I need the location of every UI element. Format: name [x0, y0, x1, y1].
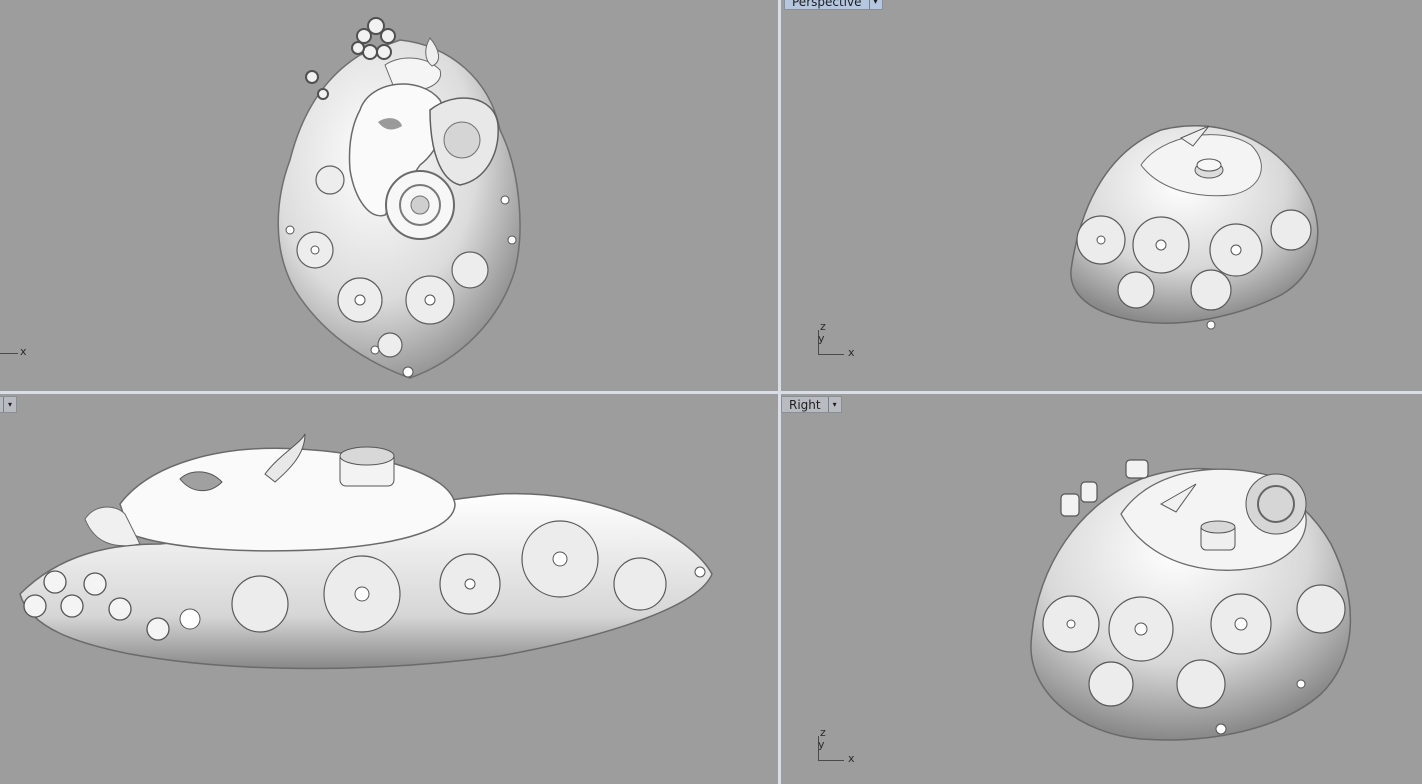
- ganesha-pendant-front-view: [19, 433, 713, 670]
- viewport-top[interactable]: x: [0, 0, 778, 391]
- axis-indicator: z y x: [815, 726, 865, 766]
- axis-indicator: x: [0, 344, 40, 364]
- viewport-front[interactable]: ▾: [0, 394, 778, 784]
- ganesha-pendant-top-view: [277, 17, 521, 379]
- axis-x-label: x: [848, 752, 855, 765]
- axis-x-label: x: [20, 345, 27, 358]
- axis-indicator: z y x: [815, 320, 865, 360]
- axis-y-label: y: [818, 738, 825, 751]
- ganesha-pendant-perspective-view: [1070, 125, 1319, 330]
- viewport-right[interactable]: Right ▾ z y x: [781, 394, 1422, 784]
- ganesha-pendant-right-view: [1030, 459, 1352, 741]
- viewport-separator-horizontal[interactable]: [0, 391, 1422, 394]
- axis-x-label: x: [848, 346, 855, 359]
- axis-y-label: y: [818, 332, 825, 345]
- viewport-perspective[interactable]: Perspective ▾ z y x: [781, 0, 1422, 391]
